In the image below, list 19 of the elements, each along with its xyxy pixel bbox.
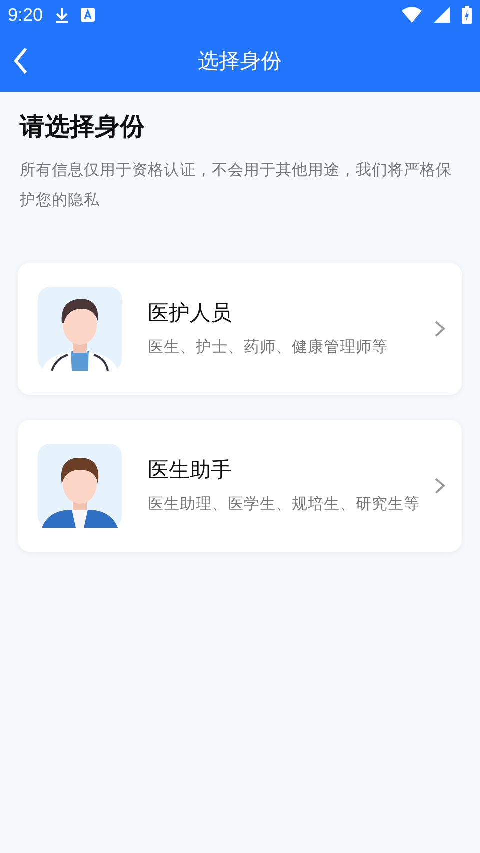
heading: 请选择身份 xyxy=(20,111,146,143)
download-icon xyxy=(55,7,70,23)
status-time: 9:20 xyxy=(8,4,44,26)
role-description: 医生、护士、药师、健康管理师等 xyxy=(148,336,389,358)
role-card[interactable]: 医生助手 医生助理、医学生、规培生、研究生等 xyxy=(18,420,462,552)
signal-icon xyxy=(434,7,450,23)
description: 所有信息仅用于资格认证，不会用于其他用途，我们将严格保护您的隐私 xyxy=(20,160,453,211)
chevron-icon xyxy=(434,477,446,495)
battery-icon xyxy=(462,6,472,24)
avatar-icon xyxy=(38,287,122,371)
notification-icon xyxy=(81,8,96,22)
wifi-icon xyxy=(402,7,422,23)
role-title: 医护人员 xyxy=(148,300,233,326)
role-description: 医生助理、医学生、规培生、研究生等 xyxy=(148,494,421,514)
chevron-icon xyxy=(434,320,446,338)
role-title: 医生助手 xyxy=(148,456,233,484)
role-card[interactable]: 医护人员 医生、护士、药师、健康管理师等 xyxy=(18,263,462,395)
avatar-icon xyxy=(38,444,122,528)
page-title: 选择身份 xyxy=(198,48,282,75)
